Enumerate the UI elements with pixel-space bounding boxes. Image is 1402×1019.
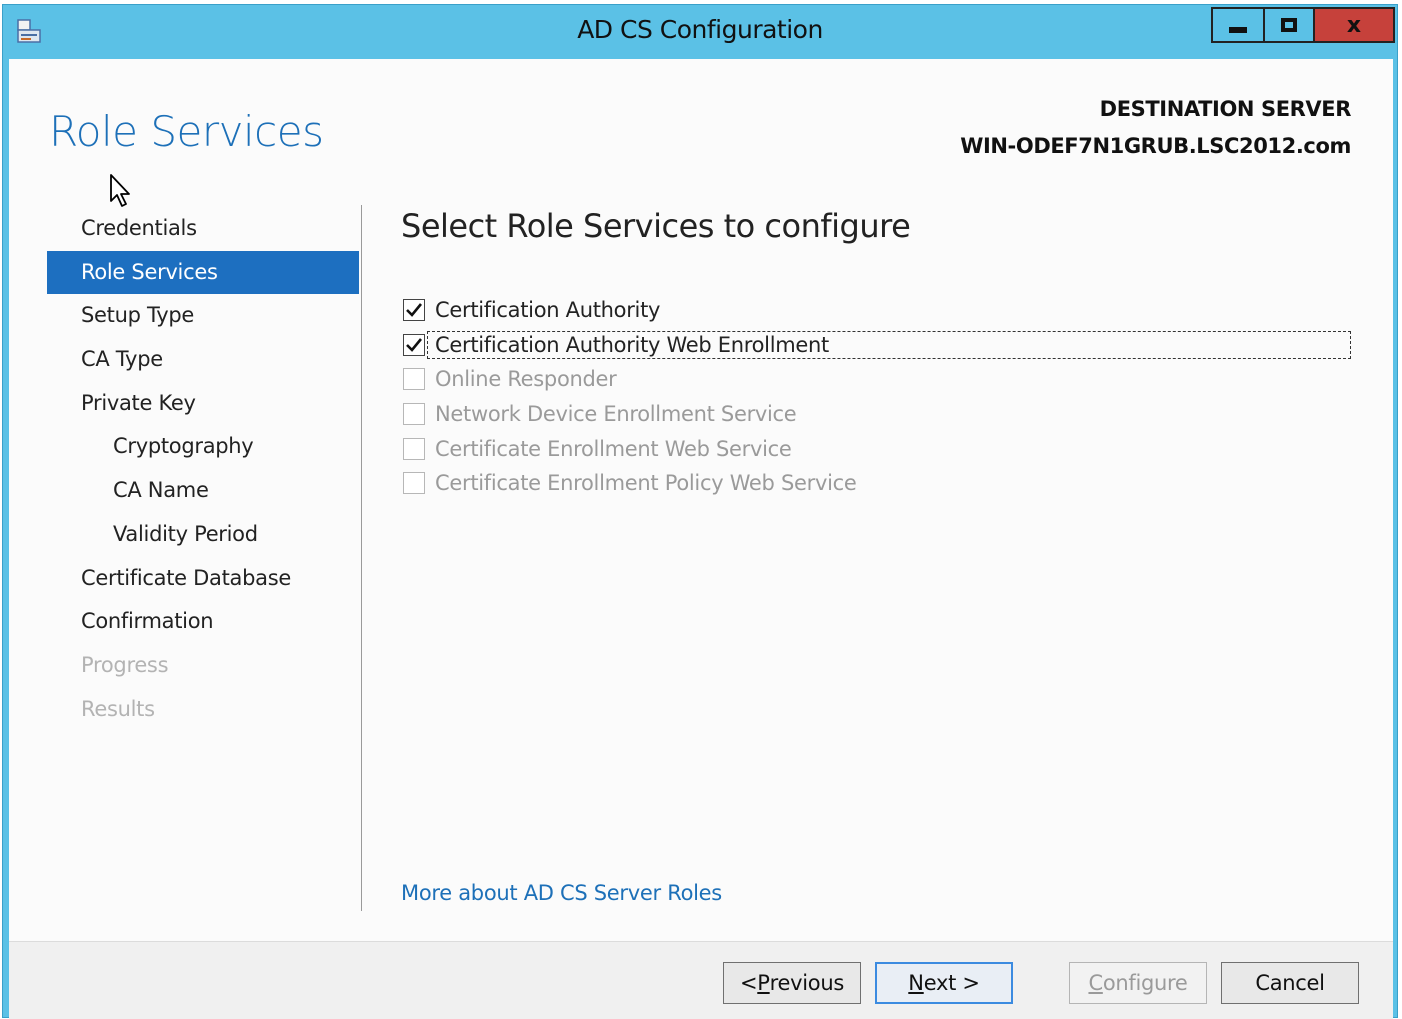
destination-server-name: WIN-ODEF7N1GRUB.LSC2012.com — [960, 134, 1351, 158]
cancel-button[interactable]: Cancel — [1221, 962, 1359, 1004]
checkmark-icon — [406, 303, 423, 318]
maximize-icon — [1281, 18, 1297, 32]
configure-button: Configure — [1069, 962, 1207, 1004]
role-option-certification-authority[interactable]: Certification Authority — [401, 293, 1351, 328]
checkbox — [403, 437, 425, 460]
wizard-footer: < Previous Next > Configure Cancel — [9, 941, 1393, 1019]
role-option-label: Certification Authority — [435, 298, 661, 323]
checkbox — [403, 368, 425, 391]
focus-rectangle — [427, 330, 1351, 359]
role-option-label: Network Device Enrollment Service — [435, 402, 797, 427]
destination-label: DESTINATION SERVER — [1099, 97, 1352, 121]
window-title: AD CS Configuration — [577, 15, 823, 44]
role-option-label: Certificate Enrollment Policy Web Servic… — [435, 471, 857, 496]
role-option-ndes: Network Device Enrollment Service — [401, 397, 1351, 432]
more-about-link[interactable]: More about AD CS Server Roles — [401, 881, 722, 905]
destination-server-info: DESTINATION SERVER WIN-ODEF7N1GRUB.LSC20… — [960, 91, 1351, 165]
nav-item-credentials[interactable]: Credentials — [47, 207, 359, 251]
minimize-icon — [1229, 27, 1247, 33]
role-option-ca-web-enrollment[interactable]: Certification Authority Web Enrollment — [401, 328, 1351, 363]
nav-item-confirmation[interactable]: Confirmation — [47, 600, 359, 644]
nav-item-cryptography[interactable]: Cryptography — [47, 425, 359, 469]
section-title: Select Role Services to configure — [401, 207, 911, 245]
nav-item-ca-name[interactable]: CA Name — [47, 469, 359, 513]
page-heading: Role Services — [49, 107, 324, 156]
nav-item-private-key[interactable]: Private Key — [47, 382, 359, 426]
checkbox — [403, 472, 425, 495]
nav-divider — [361, 205, 362, 911]
nav-item-validity-period[interactable]: Validity Period — [47, 513, 359, 557]
role-option-enrollment-policy-web-service: Certificate Enrollment Policy Web Servic… — [401, 466, 1351, 501]
maximize-button[interactable] — [1263, 7, 1315, 43]
close-button[interactable]: x — [1315, 7, 1395, 43]
role-services-list: Certification Authority Certification Au… — [401, 293, 1351, 501]
checkbox — [403, 403, 425, 426]
role-option-enrollment-web-service: Certificate Enrollment Web Service — [401, 431, 1351, 466]
title-bar[interactable]: AD CS Configuration x — [3, 5, 1397, 57]
role-option-label: Certificate Enrollment Web Service — [435, 436, 792, 461]
nav-item-results: Results — [81, 696, 155, 721]
checkbox[interactable] — [403, 299, 425, 322]
wizard-nav: Credentials Role Services Setup Type CA … — [47, 207, 359, 731]
role-option-label: Online Responder — [435, 367, 617, 392]
wizard-content: Role Services DESTINATION SERVER WIN-ODE… — [9, 59, 1393, 1019]
nav-item-role-services[interactable]: Role Services — [47, 250, 359, 295]
nav-item-certificate-database[interactable]: Certificate Database — [47, 557, 359, 601]
role-option-online-responder: Online Responder — [401, 362, 1351, 397]
close-icon: x — [1346, 12, 1362, 38]
nav-item-setup-type[interactable]: Setup Type — [47, 294, 359, 338]
next-button[interactable]: Next > — [875, 962, 1013, 1004]
checkmark-icon — [406, 338, 423, 352]
nav-item-progress: Progress — [81, 652, 169, 677]
wizard-window: AD CS Configuration x Role Services DEST… — [2, 4, 1398, 1019]
previous-button[interactable]: < Previous — [723, 962, 861, 1004]
nav-item-ca-type[interactable]: CA Type — [47, 338, 359, 382]
minimize-button[interactable] — [1211, 7, 1263, 43]
checkbox[interactable] — [403, 333, 425, 356]
